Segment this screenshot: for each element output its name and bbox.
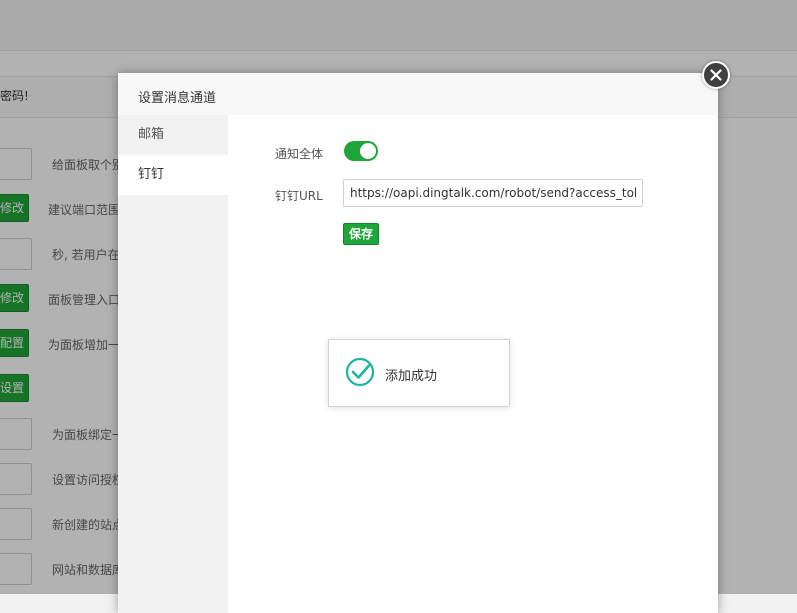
toast-message: 添加成功 (385, 369, 438, 384)
close-icon (710, 69, 722, 81)
notify-all-toggle[interactable] (344, 141, 378, 161)
notify-all-label: 通知全体 (275, 147, 324, 161)
channel-sidebar: 邮箱 钉钉 (118, 115, 228, 613)
check-circle-icon (345, 357, 375, 387)
save-button[interactable]: 保存 (343, 223, 379, 245)
success-toast: 添加成功 (328, 339, 510, 407)
dingtalk-url-input[interactable] (343, 179, 643, 207)
tab-email[interactable]: 邮箱 (118, 115, 228, 155)
dialog-title: 设置消息通道 (138, 91, 217, 106)
tab-label: 钉钉 (138, 167, 165, 182)
url-label: 钉钉URL (275, 189, 323, 203)
tab-label: 邮箱 (138, 127, 165, 142)
dialog-header: 设置消息通道 (118, 73, 718, 116)
tab-dingtalk[interactable]: 钉钉 (118, 155, 228, 195)
close-dialog-button[interactable] (702, 61, 730, 89)
toggle-knob (360, 143, 376, 159)
